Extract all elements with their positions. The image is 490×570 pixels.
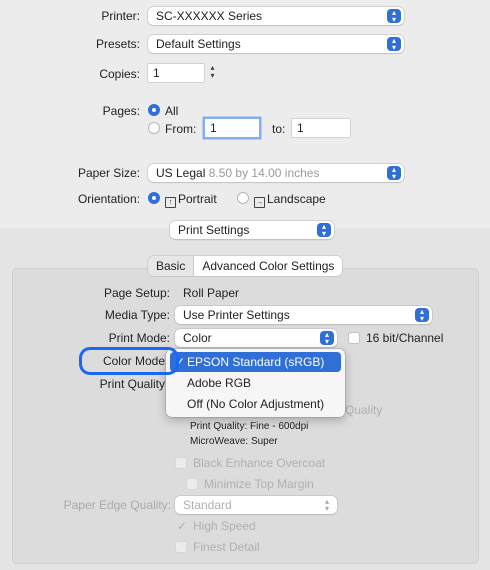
menu-item-epson-standard[interactable]: ✓ EPSON Standard (sRGB) (170, 352, 341, 372)
minimize-margin-checkbox[interactable] (186, 478, 198, 490)
orientation-label: Orientation: (77, 192, 140, 206)
tab-basic[interactable]: Basic (148, 256, 195, 276)
16bit-label: 16 bit/Channel (366, 331, 444, 345)
media-type-value: Use Printer Settings (183, 308, 290, 322)
menu-item-adobe-rgb[interactable]: Adobe RGB (170, 373, 341, 393)
popup-arrows-icon: ▴ ▾ (415, 308, 429, 323)
paper-edge-value: Standard (183, 498, 232, 512)
finest-detail-checkbox[interactable] (175, 541, 187, 553)
settings-tabs: Basic Advanced Color Settings (148, 256, 343, 276)
print-quality-info: Print Quality: Fine - 600dpi (190, 421, 309, 432)
menu-item-no-color-adjustment[interactable]: Off (No Color Adjustment) (170, 394, 341, 414)
media-type-popup[interactable]: Use Printer Settings ▴ ▾ (175, 306, 432, 324)
pages-from-field[interactable]: 1 (205, 119, 259, 137)
popup-arrows-icon: ▴ ▾ (387, 166, 401, 181)
copies-stepper[interactable]: ▴ ▾ (207, 64, 218, 82)
presets-popup[interactable]: Default Settings ▴ ▾ (148, 35, 404, 53)
print-quality-label: Print Quality (99, 377, 165, 391)
high-speed-check-icon[interactable]: ✓ (177, 519, 187, 533)
finest-detail-label: Finest Detail (193, 540, 260, 554)
color-mode-callout (79, 347, 179, 375)
popup-arrows-icon: ▴ ▾ (317, 223, 331, 238)
menu-item-label: EPSON Standard (sRGB) (187, 355, 325, 369)
copies-label: Copies: (99, 67, 140, 81)
paper-edge-popup[interactable]: Standard ▴ ▾ (175, 496, 337, 514)
presets-value: Default Settings (156, 37, 241, 51)
landscape-icon: → (254, 197, 265, 208)
paper-size-popup[interactable]: US Legal 8.50 by 14.00 inches ▴ ▾ (148, 164, 404, 182)
portrait-icon: ↑ (165, 197, 176, 208)
portrait-label: Portrait (178, 192, 217, 206)
print-settings-value: Print Settings (178, 223, 250, 237)
black-enhance-label: Black Enhance Overcoat (193, 456, 326, 470)
presets-label: Presets: (95, 37, 140, 51)
print-settings-popup[interactable]: Print Settings ▴ ▾ (170, 221, 334, 239)
paper-size-dims: 8.50 by 14.00 inches (208, 166, 320, 180)
16bit-checkbox[interactable] (348, 332, 360, 344)
black-enhance-checkbox[interactable] (175, 457, 187, 469)
paper-edge-label: Paper Edge Quality: (63, 498, 171, 512)
paper-size-value: US Legal (156, 166, 206, 180)
media-type-label: Media Type: (104, 308, 170, 322)
popup-arrows-icon: ▴ ▾ (324, 497, 329, 513)
popup-arrows-icon: ▴ ▾ (387, 37, 401, 52)
paper-size-label: Paper Size: (77, 166, 140, 180)
tab-advanced-color-settings[interactable]: Advanced Color Settings (194, 256, 342, 276)
popup-arrows-icon: ▴ ▾ (320, 331, 334, 346)
pages-from-label: From: (165, 122, 197, 136)
copies-field[interactable]: 1 (148, 64, 204, 82)
portrait-radio[interactable] (148, 192, 160, 204)
pages-from-radio[interactable] (148, 122, 160, 134)
pages-all-radio[interactable] (148, 104, 160, 116)
print-mode-value: Color (183, 331, 212, 345)
printer-label: Printer: (101, 9, 140, 23)
print-mode-label: Print Mode: (108, 331, 170, 345)
landscape-option: → Landscape (254, 192, 326, 208)
print-quality-partial: Quality (345, 403, 383, 417)
pages-label: Pages: (102, 104, 140, 118)
landscape-label: Landscape (267, 192, 326, 206)
landscape-radio[interactable] (237, 192, 249, 204)
printer-value: SC-XXXXXX Series (156, 9, 263, 23)
page-setup-label: Page Setup: (103, 286, 170, 300)
menu-item-label: Off (No Color Adjustment) (187, 397, 325, 411)
pages-to-field[interactable]: 1 (292, 119, 350, 137)
menu-item-label: Adobe RGB (187, 376, 252, 390)
pages-to-label: to: (272, 122, 286, 136)
printer-popup[interactable]: SC-XXXXXX Series ▴ ▾ (148, 7, 404, 25)
color-mode-menu: ✓ EPSON Standard (sRGB) Adobe RGB Off (N… (166, 349, 345, 417)
pages-all-label: All (165, 104, 179, 118)
page-setup-value: Roll Paper (183, 286, 240, 300)
minimize-margin-label: Minimize Top Margin (204, 477, 314, 491)
microweave-info: MicroWeave: Super (190, 436, 278, 447)
print-mode-popup[interactable]: Color ▴ ▾ (175, 329, 337, 347)
high-speed-label: High Speed (193, 519, 256, 533)
portrait-option: ↑ Portrait (165, 192, 217, 208)
popup-arrows-icon: ▴ ▾ (387, 9, 401, 24)
